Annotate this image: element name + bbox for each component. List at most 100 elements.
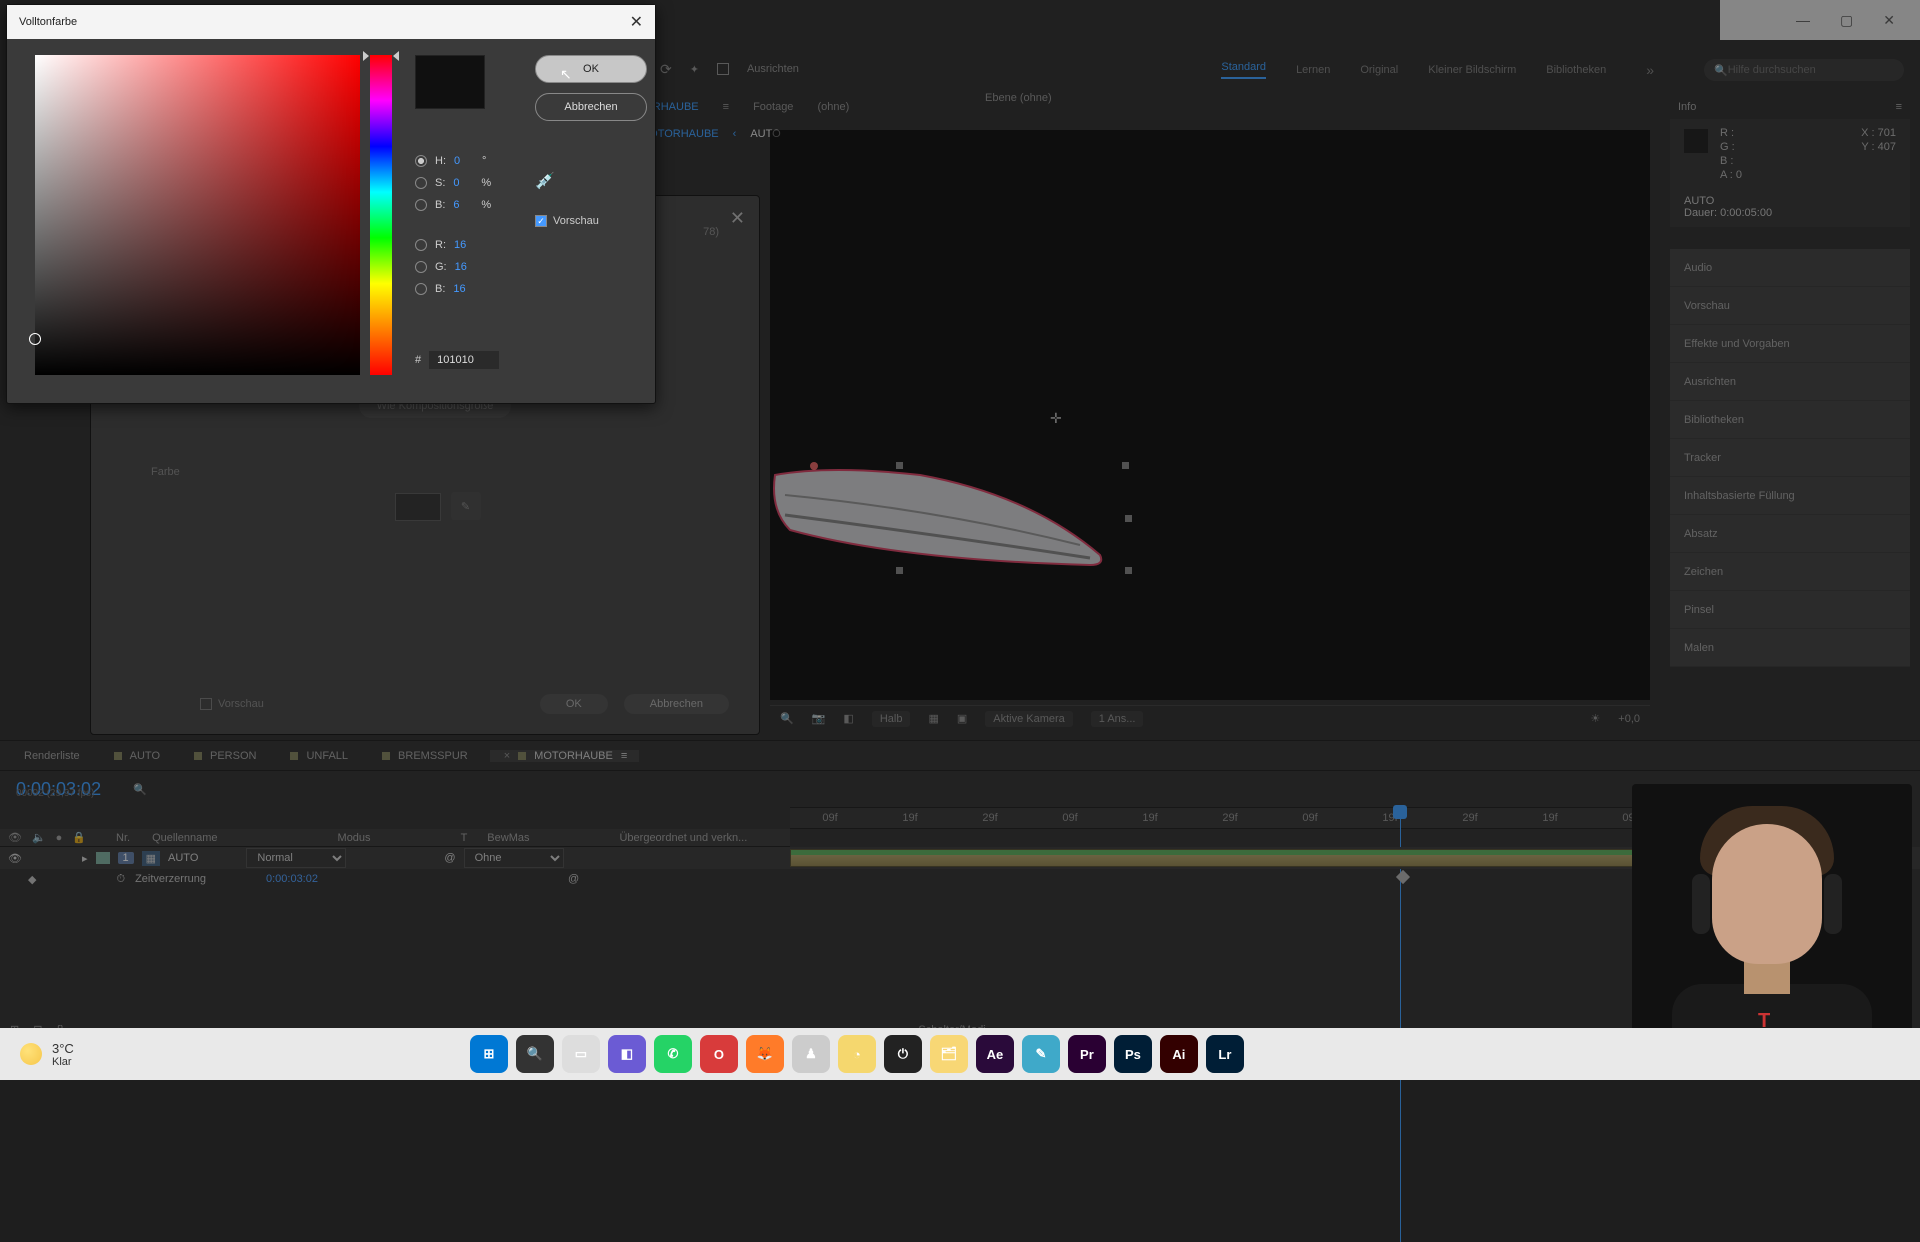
mask-toggle-icon[interactable]: ▣ <box>957 712 967 725</box>
hue-slider[interactable] <box>370 55 392 375</box>
taskbar-app[interactable]: Ae <box>976 1035 1014 1073</box>
exposure-icon[interactable]: ☀ <box>1590 712 1600 725</box>
prop-name[interactable]: Zeitverzerrung <box>135 873 206 885</box>
right-panel-ausrichten[interactable]: Ausrichten <box>1670 363 1910 401</box>
lock-col-icon[interactable]: 🔒 <box>72 831 86 844</box>
magnify-icon[interactable]: 🔍 <box>780 712 794 725</box>
parent-dropdown[interactable]: Ohne <box>464 848 564 868</box>
taskbar-app[interactable]: Lr <box>1206 1035 1244 1073</box>
tl-tab-auto[interactable]: AUTO <box>102 750 172 762</box>
picker-preview-checkbox[interactable]: ✓ <box>535 215 547 227</box>
tl-tab-motorhaube[interactable]: ×MOTORHAUBE≡ <box>490 750 640 762</box>
hamburger-icon[interactable]: ≡ <box>723 101 729 113</box>
right-panel-inhaltsbasierte-füllung[interactable]: Inhaltsbasierte Füllung <box>1670 477 1910 515</box>
eye-col-icon[interactable]: 👁 <box>8 831 22 844</box>
resolution-dropdown[interactable]: Halb <box>872 711 911 727</box>
timeline-search-icon[interactable]: 🔍 <box>133 783 147 796</box>
saturation-field[interactable] <box>35 55 360 375</box>
mask-vertex[interactable] <box>810 462 818 470</box>
tl-tab-person[interactable]: PERSON <box>182 750 268 762</box>
anchor-point-icon[interactable]: ✛ <box>1050 410 1062 427</box>
right-panel-vorschau[interactable]: Vorschau <box>1670 287 1910 325</box>
right-panel-audio[interactable]: Audio <box>1670 249 1910 287</box>
picker-cancel-button[interactable]: Abbrechen <box>535 93 647 121</box>
exposure-value[interactable]: +0,0 <box>1618 713 1640 725</box>
picker-eyedropper-icon[interactable]: 💉 <box>535 171 647 191</box>
right-panel-zeichen[interactable]: Zeichen <box>1670 553 1910 591</box>
parent-pickwhip-icon[interactable]: @ <box>444 852 455 864</box>
right-panel-effekte-und-vorgaben[interactable]: Effekte und Vorgaben <box>1670 325 1910 363</box>
tl-tab-bremsspur[interactable]: BREMSSPUR <box>370 750 480 762</box>
taskbar-app[interactable]: ⊞ <box>470 1035 508 1073</box>
taskbar-app[interactable]: ♟ <box>792 1035 830 1073</box>
right-panel-absatz[interactable]: Absatz <box>1670 515 1910 553</box>
snapshot-icon[interactable]: 📷 <box>812 712 826 725</box>
bbox-handle[interactable] <box>896 567 903 574</box>
taskbar-app[interactable]: ✆ <box>654 1035 692 1073</box>
bbox-handle[interactable] <box>1125 567 1132 574</box>
camera-dropdown[interactable]: Aktive Kamera <box>985 711 1073 727</box>
bbox-handle[interactable] <box>1125 515 1132 522</box>
b-value[interactable]: 16 <box>453 283 473 295</box>
ruler-tick[interactable]: 29f <box>950 812 1030 824</box>
help-search-input[interactable]: 🔍 Hilfe durchsuchen <box>1704 59 1904 81</box>
g-value[interactable]: 16 <box>455 261 475 273</box>
s-value[interactable]: 0 <box>453 177 473 189</box>
workspace-more-icon[interactable]: » <box>1646 62 1654 78</box>
picker-ok-button[interactable]: OK <box>535 55 647 83</box>
taskbar-app[interactable]: Ps <box>1114 1035 1152 1073</box>
ruler-tick[interactable]: 29f <box>1190 812 1270 824</box>
ruler-tick[interactable]: 29f <box>1430 812 1510 824</box>
workspace-lernen[interactable]: Lernen <box>1296 64 1330 76</box>
taskbar-app[interactable]: ◧ <box>608 1035 646 1073</box>
s-radio[interactable] <box>415 177 427 189</box>
taskbar-app[interactable]: ⏻ <box>884 1035 922 1073</box>
expression-pickwhip-icon[interactable]: @ <box>568 873 579 885</box>
footage-tab[interactable]: Footage <box>753 101 793 113</box>
workspace-bibliotheken[interactable]: Bibliotheken <box>1546 64 1606 76</box>
keyframe-icon[interactable] <box>1396 870 1410 884</box>
right-panel-malen[interactable]: Malen <box>1670 629 1910 667</box>
views-dropdown[interactable]: 1 Ans... <box>1091 711 1144 727</box>
right-panel-pinsel[interactable]: Pinsel <box>1670 591 1910 629</box>
audio-col-icon[interactable]: 🔈 <box>32 831 46 844</box>
tl-tab-renderliste[interactable]: Renderliste <box>12 750 92 762</box>
eyedropper-icon[interactable]: ✎ <box>451 492 481 520</box>
hex-input[interactable]: 101010 <box>429 351 499 369</box>
grid-icon[interactable]: ▦ <box>928 712 938 725</box>
ruler-tick[interactable]: 09f <box>1270 812 1350 824</box>
panel-menu-icon[interactable]: ≡ <box>1896 101 1902 113</box>
right-panel-tracker[interactable]: Tracker <box>1670 439 1910 477</box>
blend-mode-dropdown[interactable]: Normal <box>246 848 346 868</box>
masked-shape[interactable] <box>770 460 1110 575</box>
bness-value[interactable]: 6 <box>453 199 473 211</box>
keyframe-nav-icon[interactable]: ◆ <box>28 873 36 886</box>
ruler-tick[interactable]: 19f <box>1350 812 1430 824</box>
solid-cancel-button[interactable]: Abbrechen <box>624 694 729 714</box>
taskbar-app[interactable]: 🗂 <box>930 1035 968 1073</box>
right-panel-bibliotheken[interactable]: Bibliotheken <box>1670 401 1910 439</box>
solid-preview-checkbox[interactable] <box>200 698 212 710</box>
taskbar-app[interactable]: Ai <box>1160 1035 1198 1073</box>
workspace-original[interactable]: Original <box>1360 64 1398 76</box>
composition-viewer[interactable]: ✛ <box>770 130 1650 700</box>
channels-icon[interactable]: ◧ <box>843 712 853 725</box>
ruler-tick[interactable]: 19f <box>1510 812 1590 824</box>
prop-value[interactable]: 0:00:03:02 <box>266 873 318 885</box>
tl-tab-unfall[interactable]: UNFALL <box>278 750 360 762</box>
ruler-tick[interactable]: 19f <box>870 812 950 824</box>
ruler-tick[interactable]: 19f <box>1110 812 1190 824</box>
saturation-cursor[interactable] <box>29 333 41 345</box>
ruler-tick[interactable]: 09f <box>790 812 870 824</box>
ruler-tick[interactable]: 09f <box>1030 812 1110 824</box>
h-value[interactable]: 0 <box>454 155 474 167</box>
g-radio[interactable] <box>415 261 427 273</box>
solid-color-swatch[interactable] <box>395 493 441 521</box>
workspace-kleiner[interactable]: Kleiner Bildschirm <box>1428 64 1516 76</box>
solid-ok-button[interactable]: OK <box>540 694 608 714</box>
bbox-handle[interactable] <box>896 462 903 469</box>
taskbar-app[interactable]: ◔ <box>838 1035 876 1073</box>
h-radio[interactable] <box>415 155 427 167</box>
solo-col-icon[interactable]: ● <box>56 832 63 844</box>
b-radio[interactable] <box>415 283 427 295</box>
